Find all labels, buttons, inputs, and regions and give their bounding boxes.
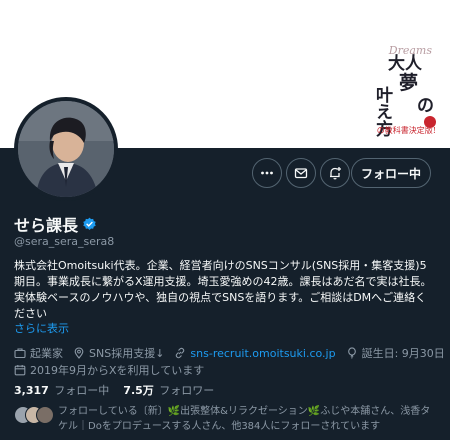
followers-you-know[interactable]: フォローしている〔新〕🌿出張整体&リラクゼーション🌿ふじや本舗さん、浅香タケル｜…	[14, 404, 444, 434]
profile-url-link[interactable]: sns-recruit.omoitsuki.co.jp	[190, 347, 335, 360]
more-icon	[261, 171, 273, 175]
calendar-icon	[14, 365, 26, 376]
following-button[interactable]: フォロー中	[351, 158, 431, 188]
balloon-icon	[347, 347, 356, 359]
mail-icon	[294, 168, 308, 179]
followers-count: 7.5万	[123, 384, 154, 397]
avatar-photo	[18, 101, 114, 197]
followers-count-link[interactable]: 7.5万 フォロワー	[123, 382, 214, 398]
message-button[interactable]	[286, 158, 316, 188]
meta-category-text: 起業家	[30, 347, 63, 360]
meta-birthday: 誕生日: 9月30日	[346, 345, 445, 361]
meta-url[interactable]: sns-recruit.omoitsuki.co.jp	[174, 347, 336, 360]
meta-joined: 2019年9月からXを利用しています	[14, 362, 204, 378]
profile-bio: 株式会社Omoitsuki代表。企業、経営者向けのSNSコンサル(SNS採用・集…	[14, 259, 432, 320]
banner-book-cover: Dreams 大人 夢 の 叶え方 の教科書決定版!	[366, 44, 438, 144]
show-more-link[interactable]: さらに表示	[14, 320, 69, 336]
link-icon	[176, 347, 185, 359]
notifications-button[interactable]	[320, 158, 350, 188]
following-count-link[interactable]: 3,317 フォロー中	[14, 382, 109, 398]
location-icon	[74, 347, 84, 359]
meta-location-text: SNS採用支援↓	[89, 347, 165, 360]
following-label: フォロー中	[54, 384, 110, 397]
book-title-char: の	[417, 96, 434, 116]
book-title-char: 夢	[398, 72, 418, 94]
verified-badge-icon[interactable]	[82, 217, 97, 232]
following-count: 3,317	[14, 384, 49, 397]
briefcase-icon	[14, 348, 26, 359]
avatar	[36, 406, 54, 424]
profile-meta-row: 起業家 SNS採用支援↓ sns-recruit.omoitsuki.co.jp…	[14, 345, 450, 361]
meta-joined-text: 2019年9月からXを利用しています	[30, 364, 205, 377]
meta-location: SNS採用支援↓	[73, 345, 164, 361]
meta-birthday-text: 誕生日: 9月30日	[361, 347, 445, 360]
profile-name: せら課長	[14, 216, 79, 235]
profile-avatar[interactable]	[14, 97, 118, 201]
followers-label: フォロワー	[159, 384, 215, 397]
profile-joined-row: 2019年9月からXを利用しています	[14, 362, 214, 378]
meta-category: 起業家	[14, 345, 63, 361]
book-title-char: 大人	[388, 54, 422, 74]
book-tagline: の教科書決定版!	[376, 126, 436, 135]
profile-handle: @sera_sera_sera8	[14, 235, 115, 248]
bell-plus-icon	[330, 167, 341, 180]
profile-stats: 3,317 フォロー中 7.5万 フォロワー	[14, 382, 214, 398]
profile-name-row: せら課長	[14, 212, 97, 236]
followed-by-text: フォローしている〔新〕🌿出張整体&リラクゼーション🌿ふじや本舗さん、浅香タケル｜…	[58, 406, 431, 432]
more-options-button[interactable]	[252, 158, 282, 188]
follower-avatars	[14, 406, 58, 424]
